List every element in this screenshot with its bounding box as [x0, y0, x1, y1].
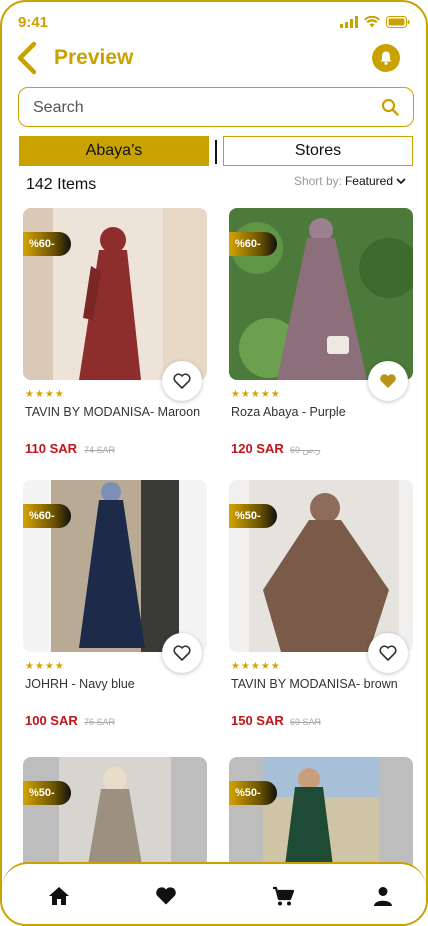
nav-profile[interactable]: [370, 884, 396, 908]
wifi-icon: [364, 16, 380, 28]
sort-dropdown[interactable]: Short by: Featured: [294, 174, 406, 188]
nav-cart[interactable]: [270, 884, 296, 908]
heart-icon: [156, 887, 176, 905]
favorite-button[interactable]: [368, 633, 408, 673]
discount-badge: %60-: [229, 232, 277, 256]
favorite-button[interactable]: [368, 361, 408, 401]
notifications-button[interactable]: [372, 44, 400, 72]
status-bar: 9:41: [2, 2, 426, 38]
product-price: 110 SAR: [25, 441, 78, 456]
product-name[interactable]: TAVIN BY MODANISA- brown: [231, 677, 398, 691]
back-button[interactable]: [14, 40, 42, 76]
heart-filled-icon: [380, 374, 396, 388]
tab-divider: [215, 140, 217, 164]
product-price: 100 SAR: [25, 713, 78, 728]
favorite-button[interactable]: [162, 633, 202, 673]
signal-icon: [340, 16, 358, 28]
home-icon: [49, 887, 69, 905]
discount-badge: %50-: [229, 504, 277, 528]
product-image[interactable]: %60-: [23, 480, 207, 652]
product-card[interactable]: %50-: [23, 757, 211, 924]
product-old-price: 69 SAR: [290, 717, 322, 727]
status-icons: [340, 16, 410, 28]
product-name[interactable]: Roza Abaya - Purple: [231, 405, 346, 419]
product-old-price: 76 SAR: [84, 717, 116, 727]
search-icon[interactable]: [381, 98, 399, 116]
product-card[interactable]: %60- ★★★★ TAVIN BY MODANISA- Maroon 110 …: [23, 208, 211, 458]
sort-label: Short by:: [293, 174, 342, 188]
nav-favorites[interactable]: [153, 884, 179, 908]
product-card[interactable]: %50-: [229, 757, 417, 924]
bell-icon: [380, 51, 392, 65]
rating-stars: ★★★★★: [231, 661, 281, 672]
status-time: 9:41: [18, 14, 49, 31]
product-price: 120 SAR: [231, 441, 284, 456]
product-card[interactable]: %60- ★★★★★ Roza Abaya - Purple 120 SAR 6…: [229, 208, 417, 458]
nav-home[interactable]: [46, 884, 72, 908]
heart-outline-icon: [379, 645, 397, 661]
product-image[interactable]: %60-: [23, 208, 207, 380]
chevron-down-icon: [396, 178, 406, 185]
rating-stars: ★★★★: [25, 661, 65, 672]
favorite-button[interactable]: [162, 361, 202, 401]
discount-badge: %60-: [23, 504, 71, 528]
product-image[interactable]: %60-: [229, 208, 413, 380]
discount-badge: %50-: [23, 781, 71, 805]
heart-outline-icon: [173, 645, 191, 661]
rating-stars: ★★★★: [25, 389, 65, 400]
tab-stores[interactable]: Stores: [223, 136, 413, 166]
product-name[interactable]: TAVIN BY MODANISA- Maroon: [25, 405, 200, 419]
header: Preview: [2, 38, 426, 82]
product-name[interactable]: JOHRH - Navy blue: [25, 677, 135, 691]
sort-value: Featured: [344, 174, 393, 188]
product-image[interactable]: %50-: [229, 480, 413, 652]
rating-stars: ★★★★★: [231, 389, 281, 400]
page-title: Preview: [54, 46, 134, 69]
discount-badge: %60-: [23, 232, 71, 256]
search-input[interactable]: [33, 96, 353, 120]
battery-icon: [386, 16, 410, 28]
profile-icon: [374, 887, 392, 906]
product-old-price: 69 ر.س: [290, 445, 321, 455]
discount-badge: %50-: [229, 781, 277, 805]
product-old-price: 74 SAR: [84, 445, 116, 455]
product-card[interactable]: %50- ★★★★★ TAVIN BY MODANISA- brown 150 …: [229, 480, 417, 730]
items-count: 142 Items: [26, 176, 97, 193]
cart-icon: [273, 886, 294, 906]
chevron-left-icon: [17, 41, 37, 75]
product-card[interactable]: %60- ★★★★ JOHRH - Navy blue 100 SAR 76 S…: [23, 480, 211, 730]
bottom-nav: [2, 862, 426, 924]
phone-frame: 9:41 Preview Search Abaya’s Stores 142 I…: [0, 0, 428, 926]
heart-outline-icon: [173, 373, 191, 389]
product-price: 150 SAR: [231, 713, 284, 728]
search-bar: [18, 87, 414, 127]
tab-abayas[interactable]: Abaya’s: [19, 136, 209, 166]
